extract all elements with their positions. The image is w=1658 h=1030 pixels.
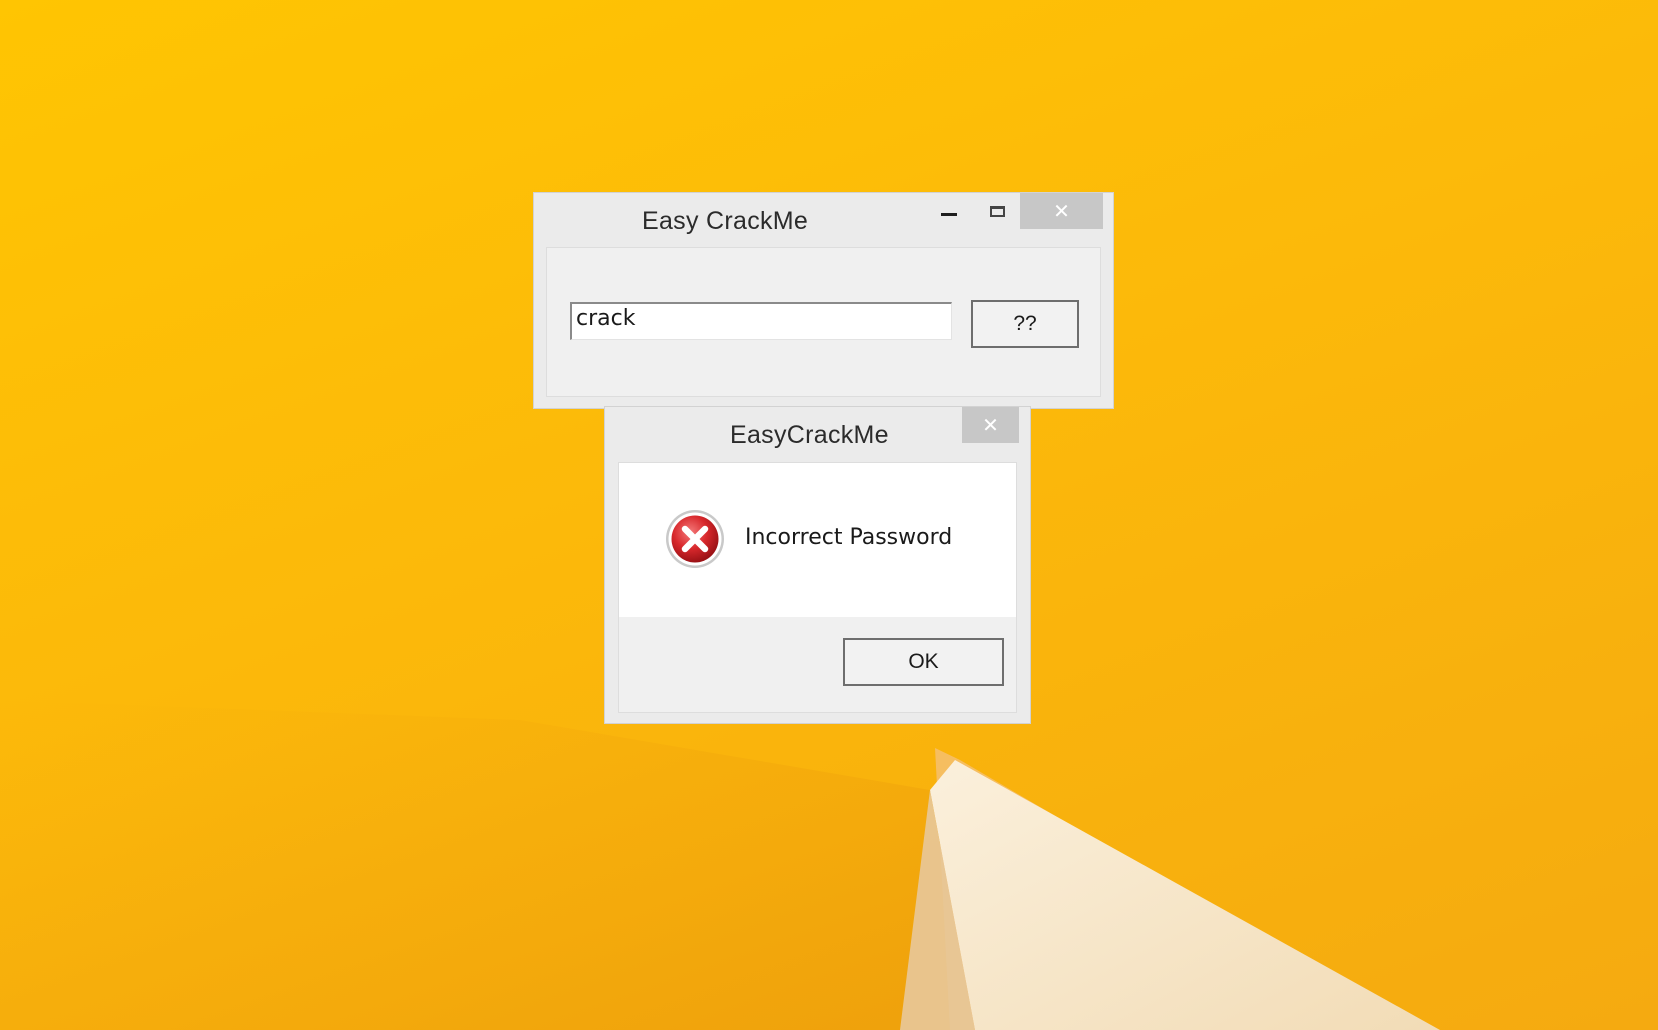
close-icon: ✕ — [982, 414, 999, 437]
maximize-icon — [989, 205, 1005, 217]
ok-button[interactable]: OK — [843, 638, 1004, 686]
error-message-box: EasyCrackMe ✕ Incorrect Password OK — [604, 406, 1031, 724]
message-box-title: EasyCrackMe — [730, 421, 889, 449]
ok-button-label: OK — [908, 650, 939, 673]
easy-crackme-window: Easy CrackMe ✕ crack ?? — [533, 192, 1114, 409]
message-client-area: Incorrect Password OK — [618, 462, 1017, 713]
maximize-button[interactable] — [974, 193, 1020, 229]
main-window-title: Easy CrackMe — [642, 207, 809, 235]
check-button[interactable]: ?? — [971, 300, 1079, 348]
error-message-text: Incorrect Password — [745, 525, 953, 550]
message-content-panel: Incorrect Password — [619, 463, 1016, 617]
password-input[interactable]: crack — [570, 302, 952, 340]
close-icon: ✕ — [1053, 200, 1070, 223]
message-titlebar[interactable]: EasyCrackMe ✕ — [605, 407, 1030, 459]
message-close-button[interactable]: ✕ — [962, 407, 1019, 443]
check-button-label: ?? — [1013, 312, 1037, 335]
main-titlebar[interactable]: Easy CrackMe ✕ — [534, 193, 1113, 245]
minimize-icon — [941, 212, 957, 216]
main-close-button[interactable]: ✕ — [1020, 193, 1103, 229]
error-icon — [666, 510, 724, 568]
minimize-button[interactable] — [926, 193, 972, 229]
